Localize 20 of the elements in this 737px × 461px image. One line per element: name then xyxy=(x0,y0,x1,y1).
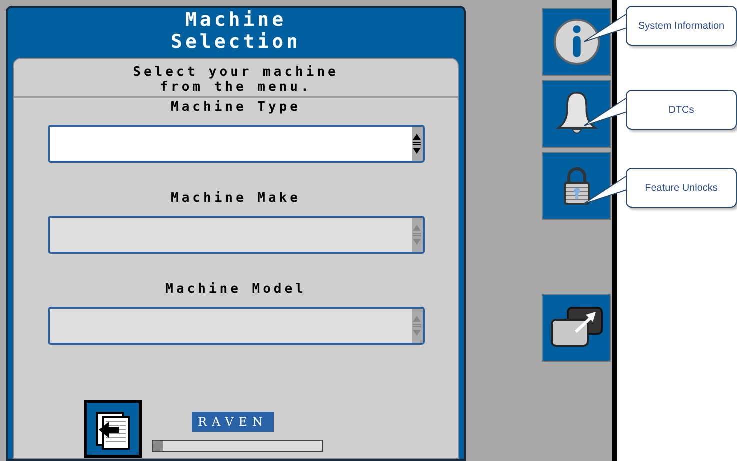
side-button[interactable] xyxy=(542,80,611,148)
instruction-text: from the menu. xyxy=(160,80,312,95)
field-label: Machine Model xyxy=(166,282,306,298)
switch-screen-icon xyxy=(550,306,604,350)
window-title: Machine xyxy=(185,9,287,31)
exit-document-icon xyxy=(87,403,139,455)
field-label: Machine Type xyxy=(171,100,301,116)
spinner-arrows-icon xyxy=(412,132,422,156)
window-title: Selection xyxy=(171,31,301,53)
spinner-arrows-icon xyxy=(412,223,422,247)
field-label: Machine Make xyxy=(171,191,301,207)
instruction-text: Select your machine xyxy=(133,65,339,80)
exit-button[interactable] xyxy=(84,400,142,458)
brand-logo: RAVEN xyxy=(192,412,274,432)
spinner-arrows-icon xyxy=(412,314,422,338)
side-button[interactable] xyxy=(542,152,611,220)
dropdown-field[interactable] xyxy=(48,125,424,163)
padlock-icon xyxy=(562,166,592,206)
info-icon xyxy=(552,18,600,66)
side-button[interactable] xyxy=(542,294,611,362)
